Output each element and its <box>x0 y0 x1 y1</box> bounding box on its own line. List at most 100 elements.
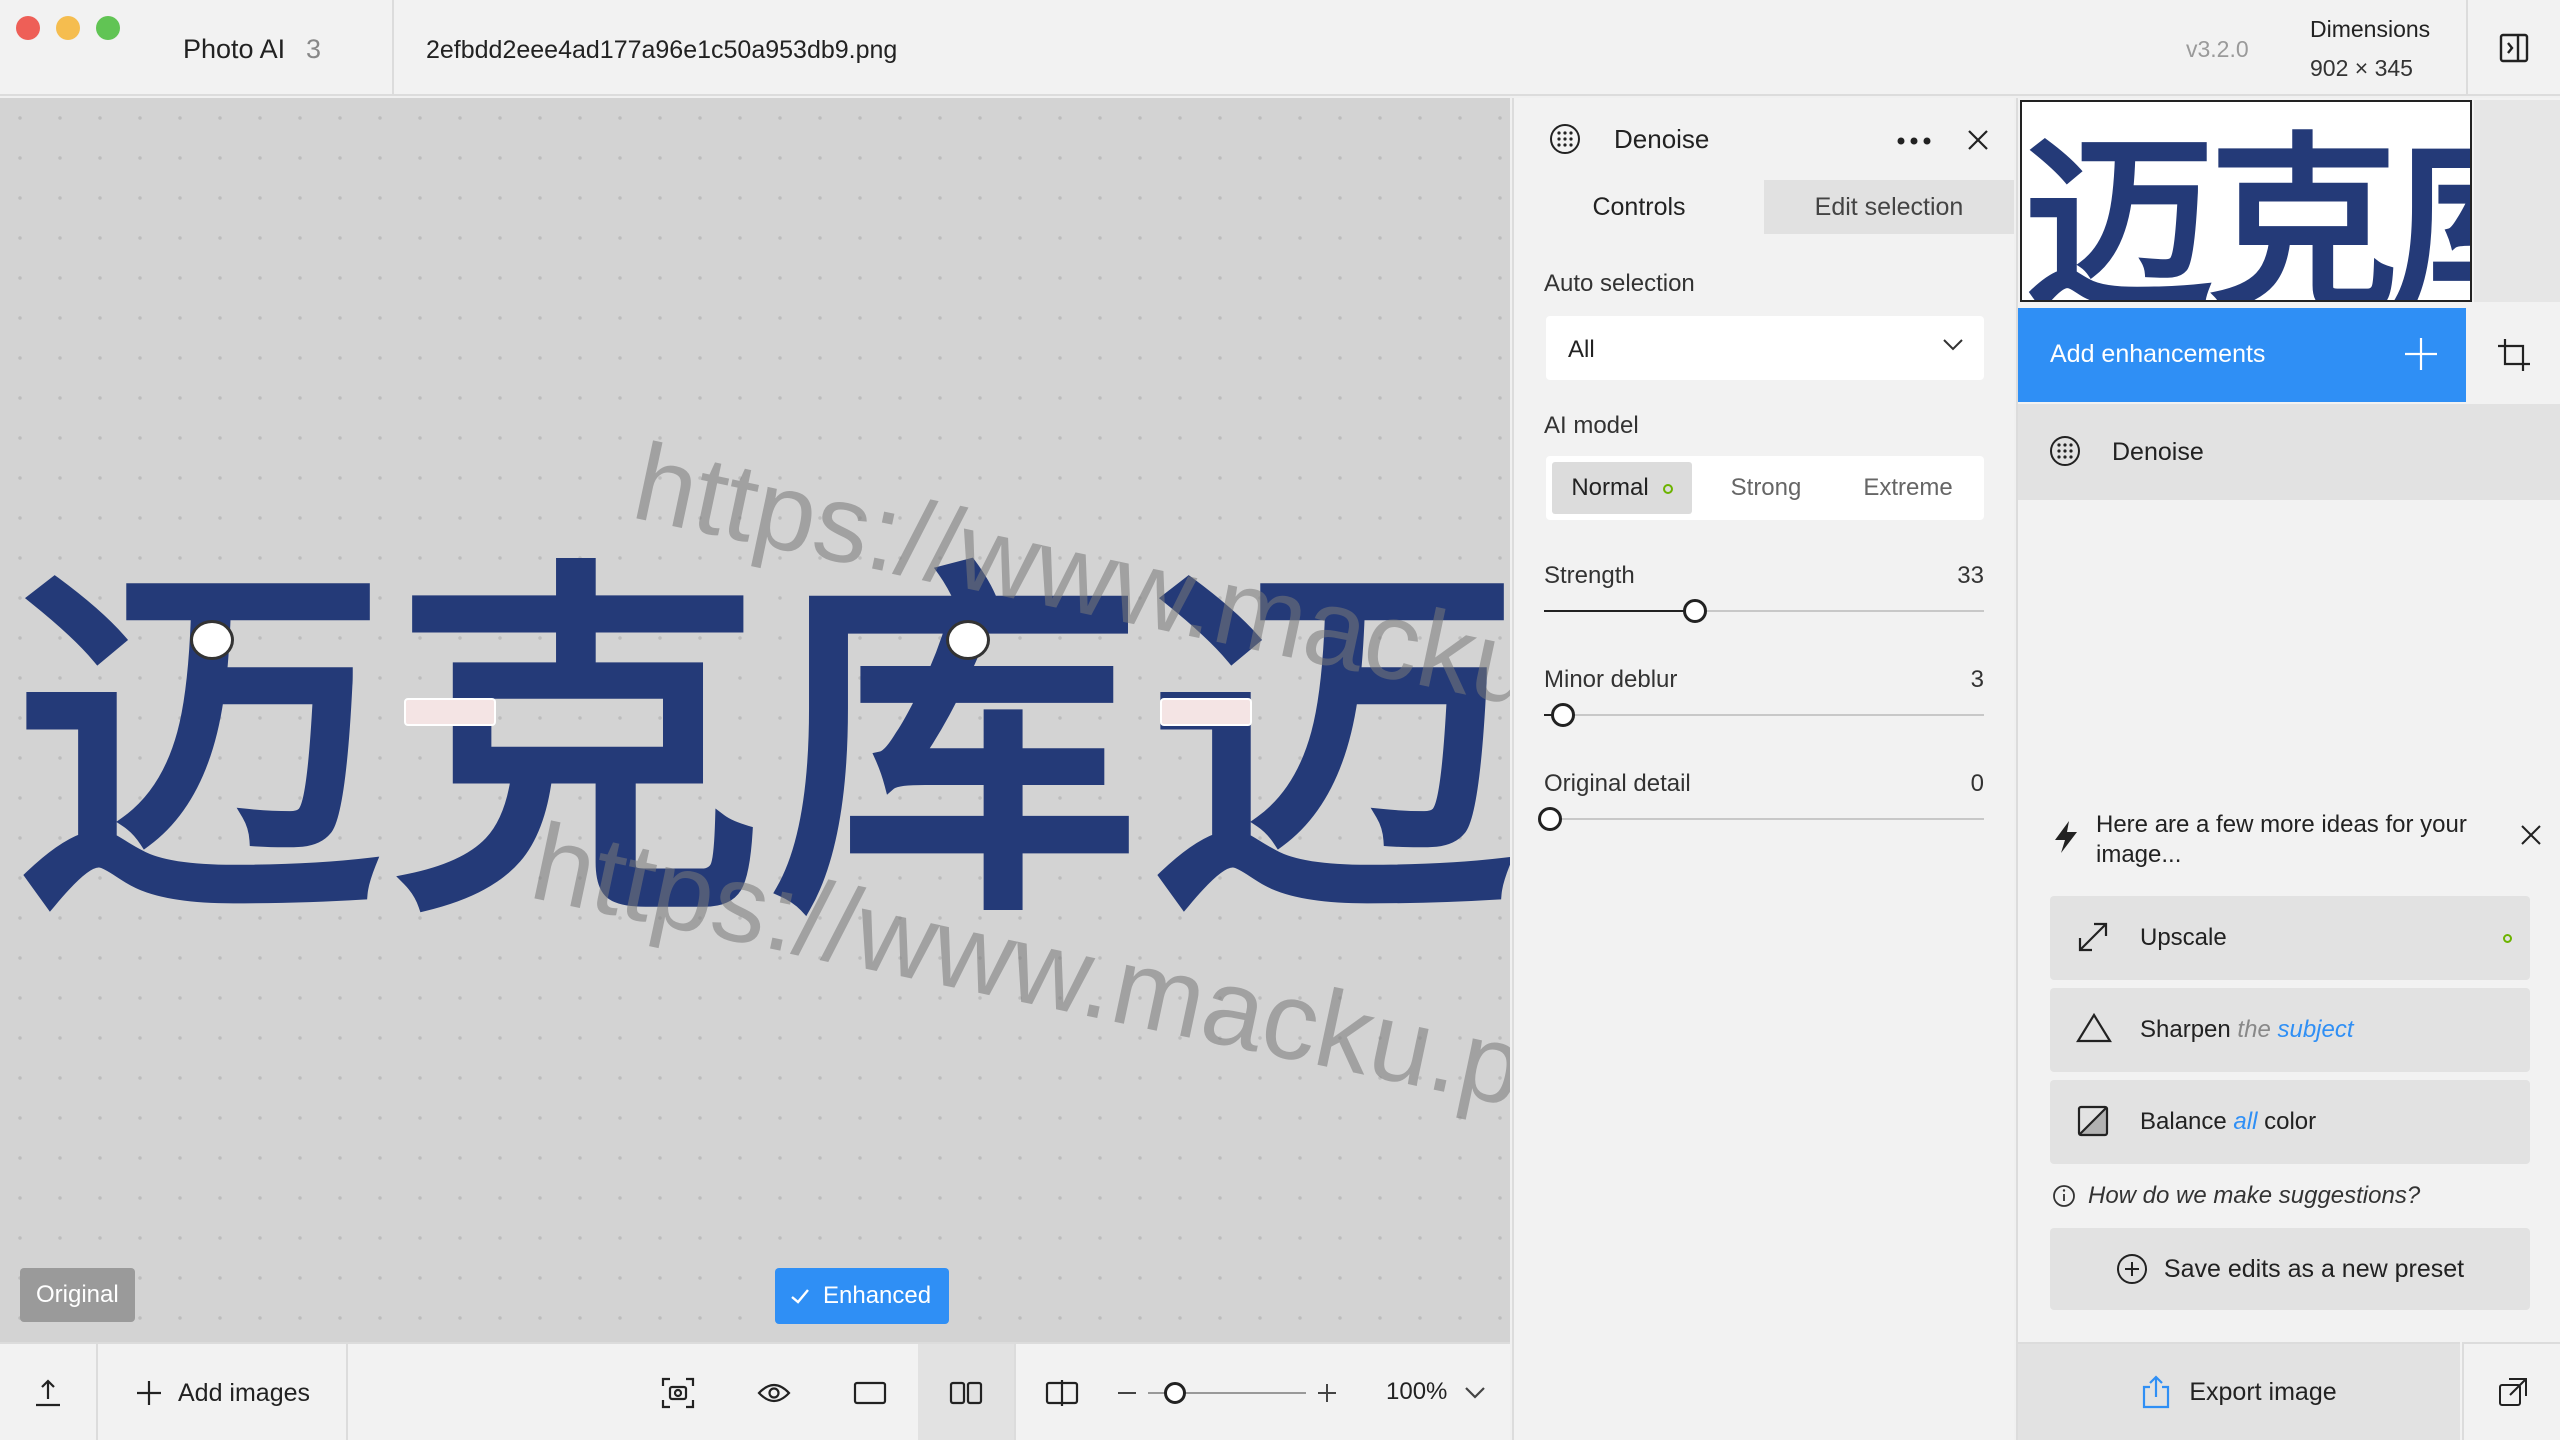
auto-selection-label: Auto selection <box>1544 270 1695 297</box>
crop-button[interactable] <box>2466 308 2560 402</box>
denoise-icon <box>2050 436 2080 466</box>
enhanced-label: Enhanced <box>823 1282 932 1309</box>
model-extreme[interactable]: Extreme <box>1838 462 1978 514</box>
toolbar-divider <box>346 1344 348 1440</box>
image-canvas[interactable]: 迈 克 库 迈 克 库 https://www.macku.pro/ https… <box>0 98 1510 1342</box>
image-thumbnail[interactable]: 迈克库 <box>2020 100 2472 302</box>
suggestion-word: Upscale <box>2140 924 2227 951</box>
original-detail-slider[interactable]: Original detail 0 <box>1538 770 1984 840</box>
add-enhancements-label: Add enhancements <box>2050 340 2266 368</box>
eye-icon <box>757 1383 791 1403</box>
single-view-button[interactable] <box>822 1344 918 1440</box>
toggle-panel-button[interactable] <box>2466 0 2560 96</box>
auto-selection-value: All <box>1568 336 1595 363</box>
title-bar: Photo AI 3 2efbdd2eee4ad177a96e1c50a953d… <box>0 0 2560 96</box>
zoom-value[interactable]: 100% <box>1386 1378 1447 1406</box>
close-icon[interactable] <box>2520 824 2542 846</box>
suggestion-highlight: subject <box>2277 1016 2354 1043</box>
suggestion-label: Balance all color <box>2140 1108 2316 1136</box>
title-divider <box>392 0 394 96</box>
hanzi-char: 迈 <box>14 533 384 963</box>
thumbnail-content: 迈克库 <box>2024 116 2470 302</box>
upload-icon <box>36 1379 60 1407</box>
slider-track[interactable] <box>1544 818 1984 820</box>
panel-title: Denoise <box>1614 124 1710 154</box>
upload-button[interactable] <box>0 1344 96 1440</box>
slider-value: 3 <box>1970 666 1984 693</box>
strength-slider[interactable]: Strength 33 <box>1544 562 1984 632</box>
app-name: Photo AI <box>183 34 286 64</box>
tab-edit-selection[interactable]: Edit selection <box>1764 180 2014 234</box>
denoise-icon <box>1550 124 1580 154</box>
auto-selection-dropdown[interactable]: All <box>1546 316 1984 380</box>
model-strong[interactable]: Strong <box>1696 462 1836 514</box>
tab-controls[interactable]: Controls <box>1514 180 1764 234</box>
suggestions-help-link[interactable]: How do we make suggestions? <box>2052 1182 2420 1210</box>
chevron-down-icon[interactable] <box>1464 1386 1486 1400</box>
minor-deblur-slider[interactable]: Minor deblur 3 <box>1544 666 1984 736</box>
export-image-button[interactable]: Export image <box>2018 1342 2460 1440</box>
slider-track[interactable] <box>1544 714 1984 716</box>
enhancement-item-denoise[interactable]: Denoise <box>2018 404 2560 500</box>
suggestion-word: Sharpen <box>2140 1016 2231 1043</box>
save-preset-button[interactable]: Save edits as a new preset <box>2050 1228 2530 1310</box>
split-view-button[interactable] <box>1014 1344 1110 1440</box>
close-icon[interactable] <box>1966 128 1990 152</box>
slider-handle[interactable] <box>1538 807 1562 831</box>
close-window-button[interactable] <box>16 16 40 40</box>
bottom-toolbar: Add images 100% <box>0 1342 1510 1440</box>
ideas-heading: Here are a few more ideas for your image… <box>2096 811 2467 868</box>
suggestion-balance[interactable]: Balance all color <box>2050 1080 2530 1164</box>
export-options-button[interactable] <box>2462 1342 2560 1440</box>
dimensions-label: Dimensions <box>2310 16 2431 42</box>
add-images-button[interactable]: Add images <box>98 1344 346 1440</box>
check-icon <box>791 1289 809 1304</box>
sticker-face <box>946 620 990 660</box>
zoom-window-button[interactable] <box>96 16 120 40</box>
ai-model-label: AI model <box>1544 412 1639 439</box>
model-normal[interactable]: Normal <box>1552 462 1692 514</box>
add-enhancements-button[interactable]: Add enhancements <box>2018 308 2466 402</box>
suggestion-label: Sharpen the subject <box>2140 1016 2354 1044</box>
dimensions-value: 902 × 345 <box>2310 55 2413 81</box>
plus-icon <box>136 1381 161 1405</box>
zoom-slider-handle[interactable] <box>1163 1382 1186 1404</box>
suggestion-highlight: all <box>2233 1108 2258 1135</box>
balance-color-icon <box>2077 1105 2109 1137</box>
save-preset-label: Save edits as a new preset <box>2163 1254 2465 1283</box>
chevron-down-icon <box>1943 339 1963 351</box>
slider-value: 33 <box>1957 562 1984 589</box>
image-count[interactable]: 3 <box>306 34 321 65</box>
camera-frame-icon <box>661 1377 695 1409</box>
enhanced-badge[interactable]: Enhanced <box>775 1268 950 1324</box>
version-label: v3.2.0 <box>2186 36 2249 62</box>
crop-icon <box>2498 339 2530 371</box>
slider-label: Minor deblur <box>1544 666 1678 693</box>
sidebar-toggle-icon <box>2499 33 2529 63</box>
minimize-window-button[interactable] <box>56 16 80 40</box>
single-view-icon <box>853 1381 887 1405</box>
ai-model-selector: Normal Strong Extreme <box>1546 456 1984 520</box>
share-icon <box>2143 1375 2170 1409</box>
zoom-in-icon[interactable] <box>1316 1382 1338 1404</box>
more-options-icon[interactable] <box>1896 136 1932 146</box>
slider-label: Original detail <box>1544 770 1691 797</box>
model-normal-label: Normal <box>1571 474 1649 501</box>
thumbnail-strip[interactable] <box>2474 100 2560 302</box>
suggestion-sharpen[interactable]: Sharpen the subject <box>2050 988 2530 1072</box>
suggestion-upscale[interactable]: Upscale <box>2050 896 2530 980</box>
suggestion-word: the <box>2237 1016 2271 1043</box>
panel-header: Denoise <box>1514 98 2014 180</box>
side-by-side-view-button[interactable] <box>918 1344 1014 1440</box>
status-dot <box>1662 483 1673 494</box>
slider-label: Strength <box>1544 562 1635 589</box>
suggestion-label: Upscale <box>2140 924 2227 952</box>
original-badge[interactable]: Original <box>20 1268 135 1322</box>
file-name: 2efbdd2eee4ad177a96e1c50a953db9.png <box>426 36 898 64</box>
zoom-out-icon[interactable] <box>1116 1382 1138 1404</box>
side-by-side-icon <box>949 1381 983 1405</box>
screenshot-button[interactable] <box>630 1344 726 1440</box>
slider-handle[interactable] <box>1683 599 1708 623</box>
slider-handle[interactable] <box>1551 703 1576 727</box>
preview-toggle-button[interactable] <box>726 1344 822 1440</box>
